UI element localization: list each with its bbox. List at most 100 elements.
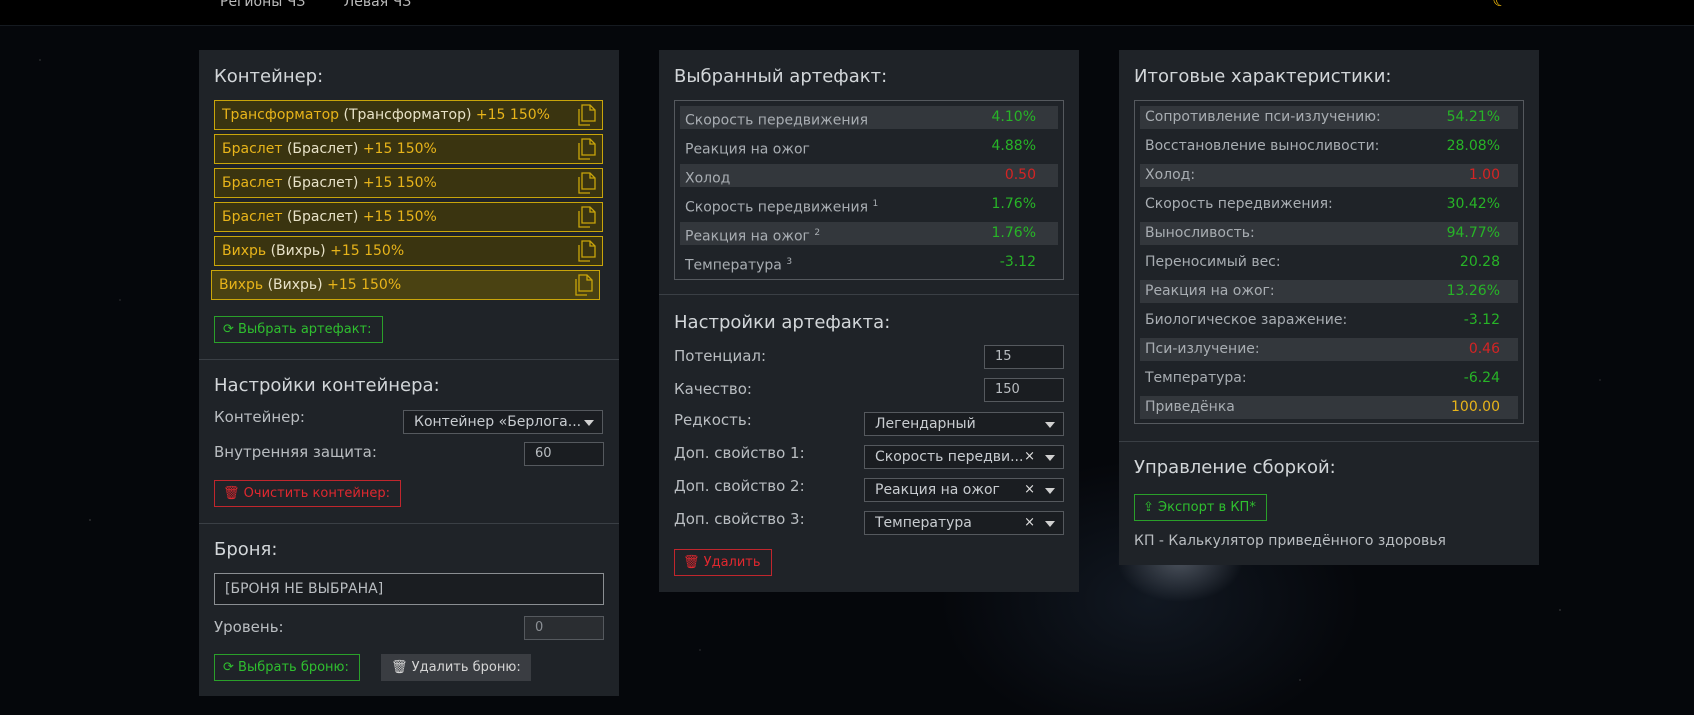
artifact-type: (Вихрь) xyxy=(267,277,323,293)
stat-row: Реакция на ожог 4.88% xyxy=(680,135,1058,158)
container-select[interactable]: Контейнер «Берлога... xyxy=(403,410,603,434)
stat-row: Переносимый вес: 20.28 xyxy=(1140,251,1518,274)
artifact-item[interactable]: Браслет (Браслет) +15 150% xyxy=(214,134,603,164)
copy-icon[interactable] xyxy=(576,138,596,160)
chevron-down-icon xyxy=(1045,488,1055,494)
trash-icon: 🗑 xyxy=(223,486,240,501)
chevron-down-icon xyxy=(1045,521,1055,527)
stat-row: Холод 0.50 xyxy=(680,164,1058,187)
inner-protection-input[interactable]: 60 xyxy=(524,442,604,466)
stat-row: Выносливость: 94.77% xyxy=(1140,222,1518,245)
select-armor-button[interactable]: ⟳ Выбрать броню: xyxy=(214,654,360,681)
stat-name: Приведёнка xyxy=(1145,399,1235,415)
stat-value: 1.00 xyxy=(1468,167,1500,183)
stat-row: Восстановление выносливости: 28.08% xyxy=(1140,135,1518,158)
extra2-select[interactable]: Реакция на ожог × xyxy=(864,478,1064,502)
stat-row: Скорость передвижения 1 1.76% xyxy=(680,193,1058,216)
stat-name: Скорость передвижения: xyxy=(1145,196,1333,212)
export-button[interactable]: ⇪ Экспорт в КП* xyxy=(1134,494,1267,521)
clear-icon[interactable]: × xyxy=(1024,446,1035,468)
stat-value: 13.26% xyxy=(1446,283,1500,299)
level-label: Уровень: xyxy=(214,618,284,636)
extra1-select[interactable]: Скорость передви... × xyxy=(864,445,1064,469)
quality-label: Качество: xyxy=(674,380,752,398)
select-artifact-button[interactable]: ⟳ Выбрать артефакт: xyxy=(214,316,383,343)
armor-field[interactable]: [БРОНЯ НЕ ВЫБРАНА] xyxy=(214,573,604,605)
artifact-name: Вихрь xyxy=(219,277,264,293)
artifact-name: Вихрь xyxy=(222,243,267,259)
potential-label: Потенциал: xyxy=(674,347,767,365)
nav-item-left[interactable]: Левая ЧЗ xyxy=(344,0,411,10)
stat-row: Температура: -6.24 xyxy=(1140,367,1518,390)
stat-value: 100.00 xyxy=(1451,399,1500,415)
build-title: Управление сборкой: xyxy=(1134,457,1336,478)
stat-value: 0.50 xyxy=(1004,167,1036,183)
artifact-name: Браслет xyxy=(222,209,283,225)
container-label: Контейнер: xyxy=(214,408,305,426)
armor-title: Броня: xyxy=(214,539,278,560)
inner-protection-label: Внутренняя защита: xyxy=(214,443,377,461)
artifact-stats: +15 150% xyxy=(362,175,437,191)
stat-value: -6.24 xyxy=(1463,370,1500,386)
stat-name: Сопротивление пси-излучению: xyxy=(1145,109,1381,125)
clear-icon[interactable]: × xyxy=(1024,479,1035,501)
stat-value: 1.76% xyxy=(991,196,1036,212)
stat-name: Реакция на ожог: xyxy=(1145,283,1275,299)
artifact-panel: Выбранный артефакт: Скорость передвижени… xyxy=(659,50,1079,592)
clear-container-button[interactable]: 🗑 Очистить контейнер: xyxy=(214,480,402,507)
clear-icon[interactable]: × xyxy=(1024,512,1035,534)
nav-item-regions[interactable]: Регионы ЧЗ xyxy=(220,0,305,10)
artifact-type: (Браслет) xyxy=(286,175,359,191)
stat-row: Биологическое заражение: -3.12 xyxy=(1140,309,1518,332)
copy-icon[interactable] xyxy=(576,104,596,126)
copy-icon[interactable] xyxy=(576,172,596,194)
container-settings-title: Настройки контейнера: xyxy=(214,375,440,396)
stat-value: -3.12 xyxy=(1463,312,1500,328)
artifact-name: Браслет xyxy=(222,175,283,191)
stat-name: Пси-излучение: xyxy=(1145,341,1260,357)
potential-input[interactable]: 15 xyxy=(984,345,1064,369)
extra3-label: Доп. свойство 3: xyxy=(674,510,805,528)
refresh-icon: ⟳ xyxy=(223,322,234,337)
chevron-down-icon xyxy=(1045,455,1055,461)
divider xyxy=(199,359,619,360)
stat-row: Холод: 1.00 xyxy=(1140,164,1518,187)
copy-icon[interactable] xyxy=(576,206,596,228)
stat-name: Восстановление выносливости: xyxy=(1145,138,1380,154)
trash-icon: 🗑 xyxy=(683,555,700,570)
stat-row: Температура 3 -3.12 xyxy=(680,251,1058,274)
stat-value: 1.76% xyxy=(991,225,1036,241)
stat-row: Сопротивление пси-излучению: 54.21% xyxy=(1140,106,1518,129)
stat-footnote: 3 xyxy=(786,257,793,267)
footnote: КП - Калькулятор приведённого здоровья xyxy=(1134,533,1446,549)
stat-name: Выносливость: xyxy=(1145,225,1255,241)
delete-armor-button[interactable]: 🗑 Удалить броню: xyxy=(381,654,531,681)
trash-icon: 🗑 xyxy=(391,660,408,675)
level-input[interactable]: 0 xyxy=(524,616,604,640)
copy-icon[interactable] xyxy=(576,240,596,262)
artifact-stats: +15 150% xyxy=(330,243,405,259)
artifact-item[interactable]: Трансформатор (Трансформатор) +15 150% xyxy=(214,100,603,130)
upload-icon: ⇪ xyxy=(1143,500,1154,515)
moon-icon[interactable]: ☾ xyxy=(1492,0,1512,10)
artifact-item[interactable]: Вихрь (Вихрь) +15 150% xyxy=(211,270,600,300)
quality-input[interactable]: 150 xyxy=(984,378,1064,402)
artifact-item[interactable]: Вихрь (Вихрь) +15 150% xyxy=(214,236,603,266)
artifact-item[interactable]: Браслет (Браслет) +15 150% xyxy=(214,202,603,232)
artifact-type: (Трансформатор) xyxy=(343,107,472,123)
extra3-select[interactable]: Температура × xyxy=(864,511,1064,535)
stat-row: Приведёнка 100.00 xyxy=(1140,396,1518,419)
nav-menu: Регионы ЧЗ Левая ЧЗ xyxy=(220,0,445,10)
artifact-settings-title: Настройки артефакта: xyxy=(674,312,891,333)
copy-icon[interactable] xyxy=(573,274,593,296)
artifact-stats: +15 150% xyxy=(475,107,550,123)
container-title: Контейнер: xyxy=(214,66,324,87)
artifact-item[interactable]: Браслет (Браслет) +15 150% xyxy=(214,168,603,198)
delete-artifact-button[interactable]: 🗑 Удалить xyxy=(674,549,772,576)
stat-footnote: 1 xyxy=(872,199,879,209)
rarity-select[interactable]: Легендарный xyxy=(864,412,1064,436)
stat-footnote: 2 xyxy=(814,228,821,238)
artifact-stats-box: Скорость передвижения 4.10% Реакция на ожо… xyxy=(674,100,1064,280)
stat-value: 0.46 xyxy=(1468,341,1500,357)
artifact-stats: +15 150% xyxy=(362,141,437,157)
